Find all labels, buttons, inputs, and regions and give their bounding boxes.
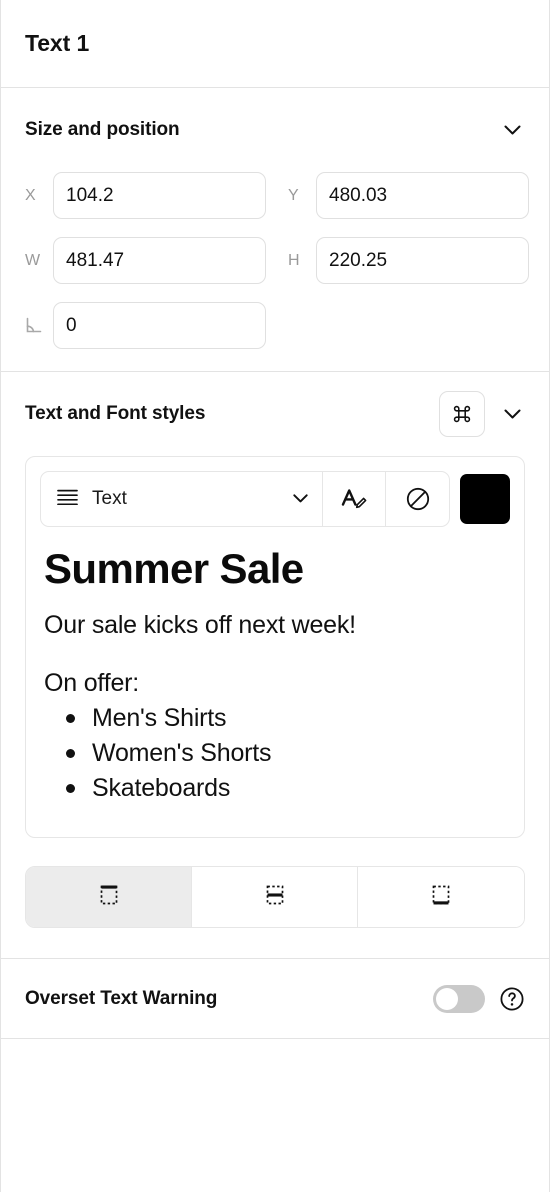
chevron-down-icon[interactable]	[499, 117, 525, 143]
field-row-rotation	[25, 302, 525, 349]
paragraph-lines-icon	[57, 489, 78, 510]
style-controls-group: Text	[40, 471, 450, 527]
field-row-wh: W H	[25, 237, 529, 284]
width-field: W	[25, 237, 266, 284]
x-field: X	[25, 172, 266, 219]
align-top-icon	[94, 880, 124, 915]
panel-tail-space	[1, 1039, 549, 1128]
align-top-button[interactable]	[26, 867, 192, 928]
paragraph-style-select[interactable]: Text	[41, 472, 323, 526]
y-input[interactable]	[316, 172, 529, 219]
preview-list: Men's Shirts Women's Shorts Skateboards	[44, 703, 506, 803]
overset-text-warning-toggle[interactable]	[433, 984, 485, 1013]
list-item: Women's Shorts	[62, 738, 506, 768]
size-and-position-section: Size and position X Y	[1, 88, 549, 372]
no-style-icon[interactable]	[386, 472, 449, 526]
text-color-swatch[interactable]	[460, 474, 510, 524]
text-and-font-styles-section: Text and Font styles Text Summer Sale Ou…	[1, 372, 549, 960]
toggle-knob	[436, 987, 458, 1010]
width-label: W	[25, 251, 41, 269]
text-style-card: Text Summer Sale Our sale kicks off next…	[25, 456, 525, 839]
align-middle-icon	[260, 880, 290, 915]
overset-text-warning-row: Overset Text Warning	[1, 959, 549, 1040]
chevron-down-icon[interactable]	[499, 401, 525, 427]
command-key-icon[interactable]	[439, 391, 485, 437]
text-section-header[interactable]: Text and Font styles	[25, 372, 525, 456]
overset-text-warning-label: Overset Text Warning	[25, 987, 218, 1009]
align-bottom-button[interactable]	[358, 867, 524, 928]
size-section-title: Size and position	[25, 119, 180, 140]
preview-paragraph: Our sale kicks off next week!	[44, 611, 356, 640]
y-field: Y	[288, 172, 529, 219]
height-label: H	[288, 251, 300, 269]
y-label: Y	[288, 186, 299, 204]
page-title: Text 1	[25, 30, 90, 56]
question-circle-icon[interactable]	[499, 986, 525, 1012]
rotation-field	[25, 302, 266, 349]
height-input[interactable]	[316, 237, 529, 284]
align-middle-button[interactable]	[192, 867, 358, 928]
rotation-input[interactable]	[53, 302, 266, 349]
list-item: Skateboards	[62, 773, 506, 803]
list-item: Men's Shirts	[62, 703, 506, 733]
angle-icon	[25, 317, 44, 334]
preview-heading: Summer Sale	[44, 545, 304, 592]
font-edit-icon[interactable]	[323, 472, 386, 526]
size-fields: X Y W H	[25, 172, 529, 371]
vertical-align-segmented-control	[25, 866, 525, 929]
text-properties-panel: Text 1 Size and position X Y	[0, 0, 550, 1192]
panel-header: Text 1	[1, 0, 549, 88]
text-section-title: Text and Font styles	[25, 403, 206, 424]
x-input[interactable]	[53, 172, 266, 219]
x-label: X	[25, 186, 36, 204]
chevron-down-icon	[293, 490, 308, 508]
width-input[interactable]	[53, 237, 266, 284]
size-section-header[interactable]: Size and position	[25, 88, 525, 172]
text-preview[interactable]: Summer Sale Our sale kicks off next week…	[26, 527, 524, 837]
preview-list-intro: On offer:	[44, 669, 140, 698]
text-style-toolbar: Text	[26, 457, 524, 527]
align-bottom-icon	[426, 880, 456, 915]
paragraph-style-value: Text	[92, 488, 127, 509]
field-row-xy: X Y	[25, 172, 529, 219]
height-field: H	[288, 237, 529, 284]
